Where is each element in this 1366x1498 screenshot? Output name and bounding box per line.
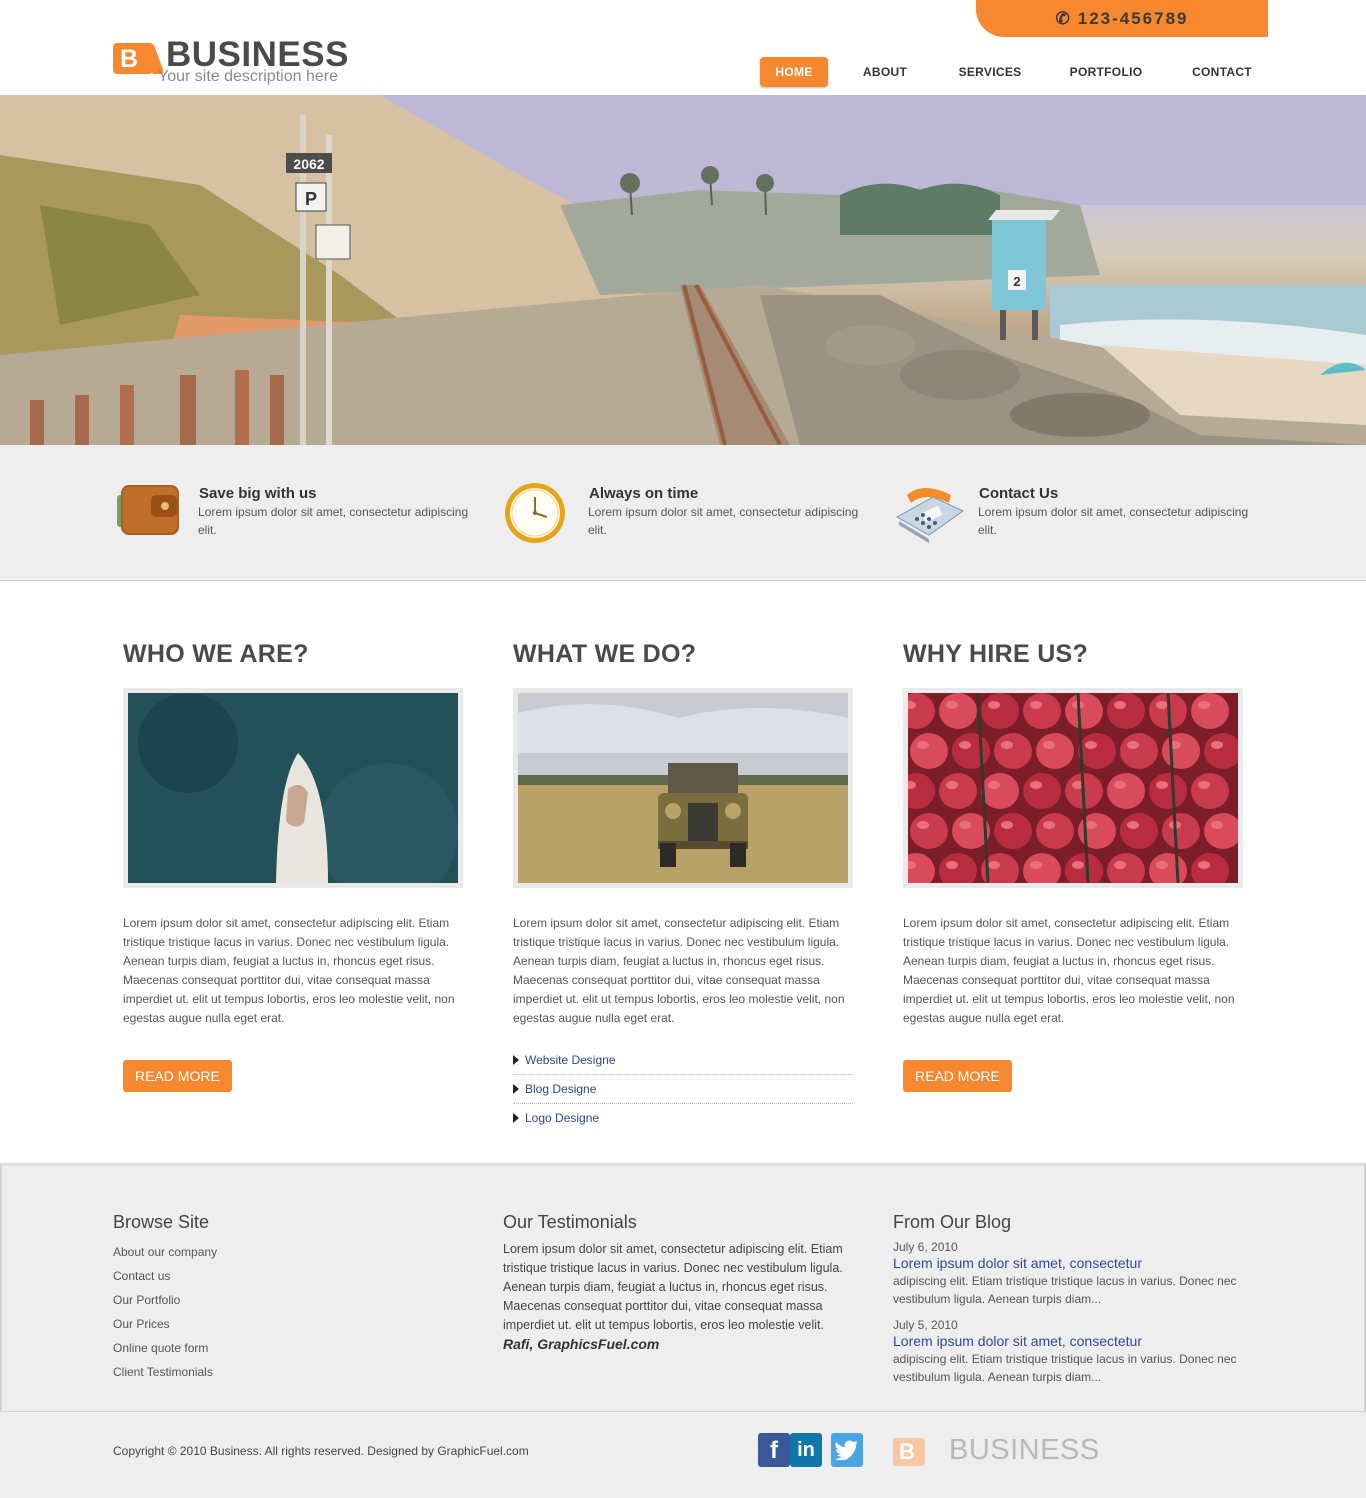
nav-contact[interactable]: CONTACT [1182,57,1262,87]
read-more-button[interactable]: READ MORE [903,1060,1012,1092]
phone-banner[interactable]: ✆ 123-456789 [976,0,1268,37]
column-who-we-are: WHO WE ARE? Lorem ipsum dolor sit amet, … [123,640,463,1092]
footer-logo-title: BUSINESS [949,1434,1100,1466]
feature-text: Lorem ipsum dolor sit amet, consectetur … [588,505,859,537]
service-website[interactable]: Website Designe [513,1046,853,1075]
facebook-icon[interactable]: f [758,1433,790,1467]
hero-sign-p: P [305,189,317,209]
footer-link[interactable]: Our Portfolio [113,1288,413,1312]
arrow-right-icon [513,1055,519,1065]
blog-date: July 6, 2010 [893,1240,958,1254]
column-text: Lorem ipsum dolor sit amet, consectetur … [513,916,845,1025]
nav-home[interactable]: HOME [760,57,828,87]
blog-excerpt: adipiscing elit. Etiam tristique tristiq… [893,1274,1237,1306]
hero-sign-2062: 2062 [293,156,324,172]
column-text: Lorem ipsum dolor sit amet, consectetur … [123,916,455,1025]
hero-sign-2: 2 [1013,274,1020,289]
clock-icon [503,477,575,545]
feature-title: Contact Us [979,485,1059,502]
column-title: WHAT WE DO? [513,640,697,668]
linkedin-icon[interactable]: in [790,1433,822,1467]
feature-contact: Contact Us Lorem ipsum dolor sit amet, c… [893,445,1263,581]
footer-link[interactable]: About our company [113,1240,413,1264]
arrow-right-icon [513,1113,519,1123]
footer-blog: From Our Blog July 6, 2010 Lorem ipsum d… [893,1212,1243,1396]
arrow-right-icon [513,1084,519,1094]
footer-browse-title: Browse Site [113,1212,210,1232]
footer-link[interactable]: Our Prices [113,1312,413,1336]
hero-banner: 2062 P 2 [0,95,1366,445]
footer-link[interactable]: Client Testimonials [113,1360,413,1384]
bottom-bar: Copyright © 2010 Business. All rights re… [0,1411,1366,1498]
footer-testimonials-title: Our Testimonials [503,1212,637,1232]
phone-number: 123-456789 [1077,8,1189,28]
footer-testimonials: Our Testimonials Lorem ipsum dolor sit a… [503,1212,863,1352]
blog-post: July 5, 2010 Lorem ipsum dolor sit amet,… [893,1318,1243,1386]
telephone-icon [893,477,965,545]
feature-time: Always on time Lorem ipsum dolor sit ame… [503,445,873,581]
copyright-text: Copyright © 2010 Business. All rights re… [113,1444,529,1458]
feature-title: Always on time [589,485,699,502]
nav-services[interactable]: SERVICES [950,57,1030,87]
feature-text: Lorem ipsum dolor sit amet, consectetur … [198,505,469,537]
feature-save: Save big with us Lorem ipsum dolor sit a… [113,445,483,581]
feature-title: Save big with us [199,485,317,502]
testimonial-text: Lorem ipsum dolor sit amet, consectetur … [503,1242,843,1332]
footer: Browse Site About our company Contact us… [0,1163,1366,1411]
service-logo[interactable]: Logo Designe [513,1104,853,1133]
read-more-button[interactable]: READ MORE [123,1060,232,1092]
testimonial-author: Rafi, GraphicsFuel.com [503,1336,660,1352]
footer-logo-mark: B [893,1438,925,1466]
boat-photo [123,688,463,888]
twitter-icon[interactable] [831,1433,863,1467]
old-truck-photo [513,688,853,888]
features-strip: Save big with us Lorem ipsum dolor sit a… [0,445,1366,581]
hero-beach-railway-image: 2062 P 2 [0,95,1366,445]
blog-post-link[interactable]: Lorem ipsum dolor sit amet, consectetur [893,1255,1243,1272]
nav-portfolio[interactable]: PORTFOLIO [1062,57,1150,87]
site-header: ✆ 123-456789 B BUSINESS Your site descri… [0,0,1366,95]
footer-link[interactable]: Contact us [113,1264,413,1288]
footer-browse: Browse Site About our company Contact us… [113,1212,413,1384]
main-nav: HOME ABOUT SERVICES PORTFOLIO CONTACT [0,57,1366,87]
blog-date: July 5, 2010 [893,1318,958,1332]
column-title: WHO WE ARE? [123,640,309,668]
services-list: Website Designe Blog Designe Logo Design… [513,1046,853,1133]
wallet-icon [113,477,185,545]
service-blog[interactable]: Blog Designe [513,1075,853,1104]
strawberries-photo [903,688,1243,888]
column-what-we-do: WHAT WE DO? Lorem ipsum dolor sit amet, … [513,640,853,1133]
column-why-hire-us: WHY HIRE US? Lorem ipsum dolor sit amet,… [903,640,1243,1092]
footer-link[interactable]: Online quote form [113,1336,413,1360]
column-title: WHY HIRE US? [903,640,1089,668]
nav-about[interactable]: ABOUT [850,57,920,87]
blog-post: July 6, 2010 Lorem ipsum dolor sit amet,… [893,1240,1243,1308]
feature-text: Lorem ipsum dolor sit amet, consectetur … [978,505,1249,537]
footer-blog-title: From Our Blog [893,1212,1012,1232]
phone-icon: ✆ [1055,8,1072,28]
blog-post-link[interactable]: Lorem ipsum dolor sit amet, consectetur [893,1333,1243,1350]
column-text: Lorem ipsum dolor sit amet, consectetur … [903,916,1235,1025]
blog-excerpt: adipiscing elit. Etiam tristique tristiq… [893,1352,1237,1384]
